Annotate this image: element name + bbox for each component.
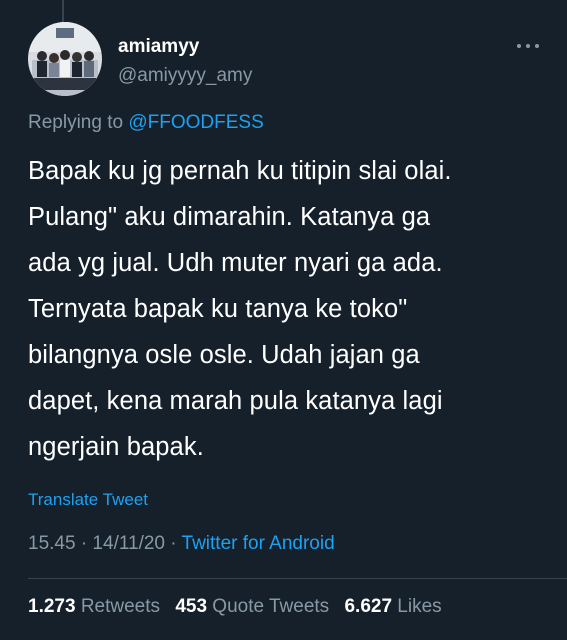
tweet-stats: 1.273 Retweets 453 Quote Tweets 6.627 Li…	[28, 596, 442, 618]
tweet-source-link[interactable]: Twitter for Android	[182, 533, 335, 554]
more-dot	[517, 44, 521, 48]
tweet-meta: 15.45 · 14/11/20 · Twitter for Android	[28, 533, 335, 555]
tweet-text-line: dapet, kena marah pula katanya lagi	[28, 387, 443, 415]
author-handle[interactable]: @amiyyyy_amy	[118, 65, 252, 87]
tweet-timestamp[interactable]: 15.45 · 14/11/20	[28, 533, 165, 554]
more-options-icon[interactable]	[517, 38, 539, 54]
avatar[interactable]	[28, 22, 102, 96]
divider	[28, 578, 567, 579]
tweet-text-line: Pulang" aku dimarahin. Katanya ga	[28, 203, 431, 231]
translate-tweet-link[interactable]: Translate Tweet	[28, 490, 148, 510]
quote-tweets-label: Quote Tweets	[212, 596, 330, 617]
thread-connector-line	[62, 0, 64, 22]
tweet-text-line: ngerjain bapak.	[28, 433, 204, 461]
more-dot	[526, 44, 530, 48]
retweets-stat[interactable]: 1.273 Retweets	[28, 596, 160, 617]
likes-stat[interactable]: 6.627 Likes	[344, 596, 441, 617]
tweet-text-line: bilangnya osle osle. Udah jajan ga	[28, 341, 420, 369]
group-photo-avatar-icon	[28, 22, 102, 96]
quote-tweets-stat[interactable]: 453 Quote Tweets	[175, 596, 329, 617]
quote-tweets-count: 453	[175, 596, 208, 617]
tweet-text-line: ada yg jual. Udh muter nyari ga ada.	[28, 249, 443, 277]
likes-count: 6.627	[344, 596, 393, 617]
tweet-text-line: Bapak ku jg pernah ku titipin slai olai.	[28, 157, 452, 185]
likes-label: Likes	[397, 596, 442, 617]
author-display-name[interactable]: amiamyy	[118, 36, 199, 58]
reply-mention-link[interactable]: @FFOODFESS	[128, 112, 263, 133]
retweets-count: 1.273	[28, 596, 76, 617]
replying-to-label: Replying to	[28, 112, 124, 133]
more-dot	[535, 44, 539, 48]
tweet-text: Bapak ku jg pernah ku titipin slai olai.…	[28, 148, 548, 470]
tweet-text-line: Ternyata bapak ku tanya ke toko"	[28, 295, 408, 323]
replying-to: Replying to @FFOODFESS	[28, 112, 264, 134]
retweets-label: Retweets	[80, 596, 161, 617]
meta-separator: ·	[164, 533, 182, 554]
